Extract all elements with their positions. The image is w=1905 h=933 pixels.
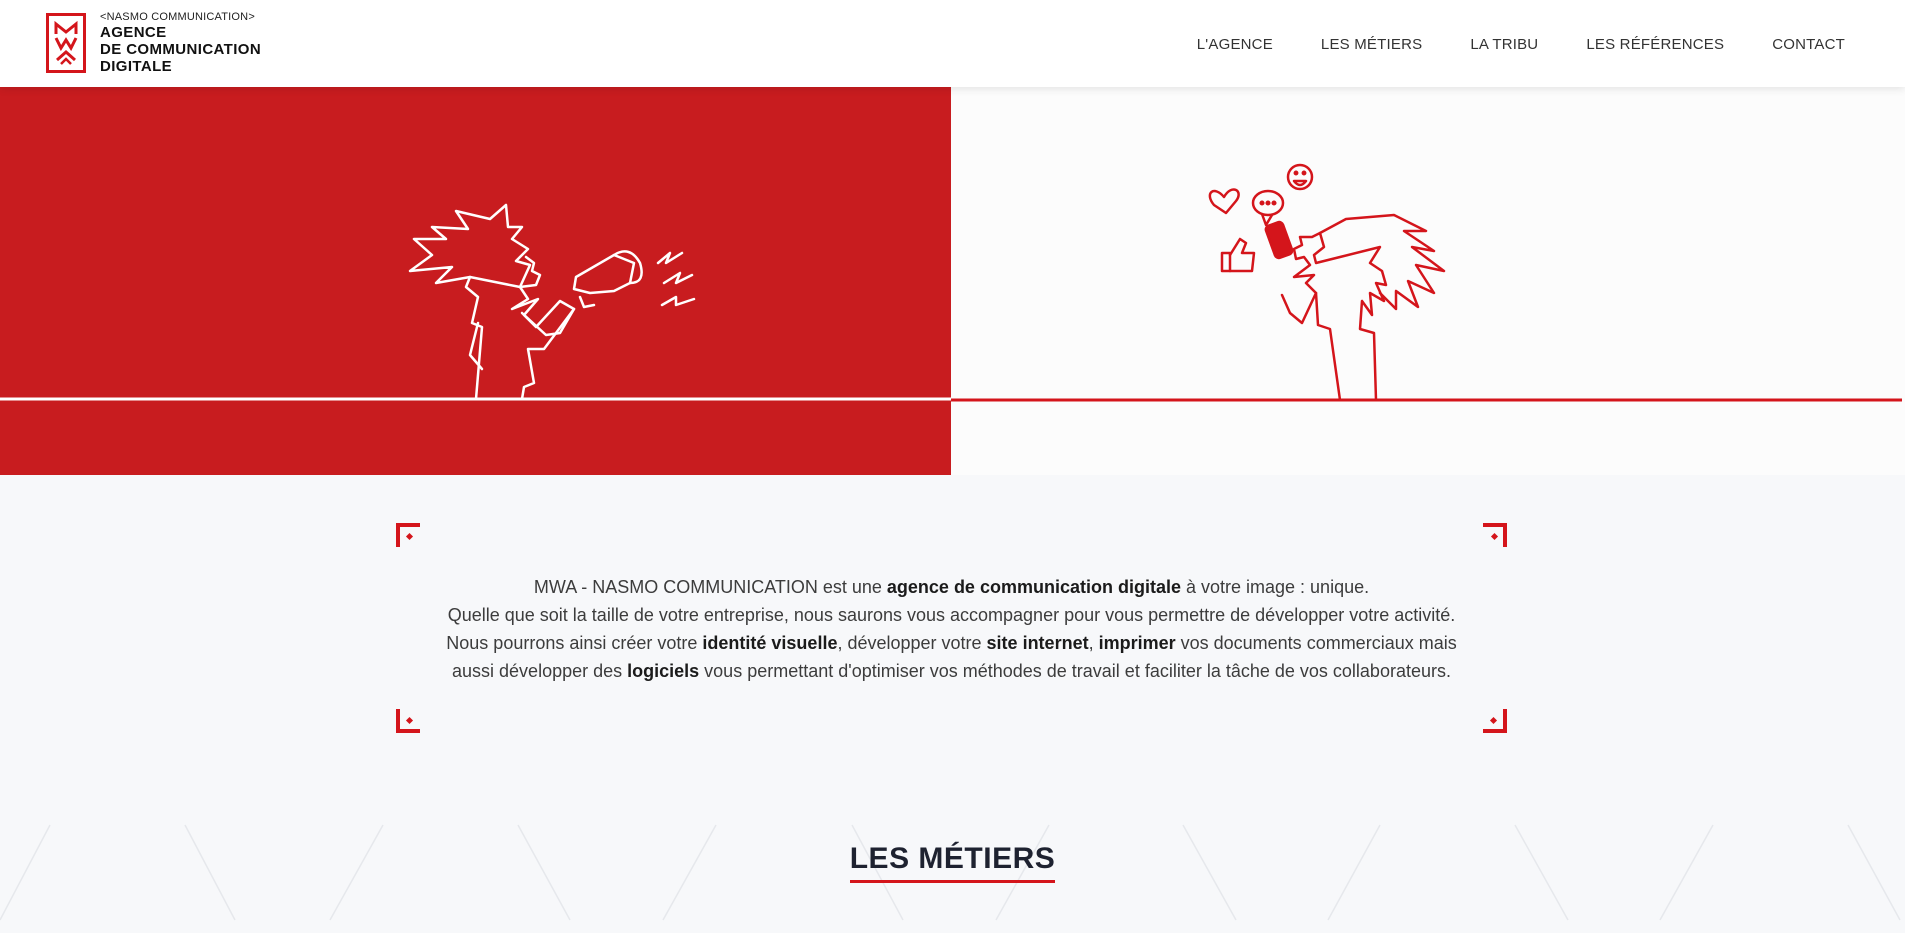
intro-text-span: à votre image : unique.	[1180, 577, 1370, 597]
intro-line-2: Quelle que soit la taille de votre entre…	[447, 605, 1456, 625]
logo-link[interactable]: <NASMO COMMUNICATION> AGENCE DE COMMUNIC…	[46, 11, 262, 76]
corner-bottom-right-icon	[1483, 709, 1507, 733]
logo-line-3: DIGITALE	[100, 58, 173, 76]
main-nav: L'AGENCE LES MÉTIERS LA TRIBU LES RÉFÉRE…	[1197, 36, 1845, 53]
intro-bold-identite: identité visuelle	[702, 633, 838, 653]
site-header: <NASMO COMMUNICATION> AGENCE DE COMMUNIC…	[0, 0, 1905, 87]
intro-paragraph: MWA - NASMO COMMUNICATION est une agence…	[396, 573, 1507, 685]
intro-bold-logiciels: logiciels	[627, 661, 700, 681]
nav-item-metiers[interactable]: LES MÉTIERS	[1321, 36, 1422, 53]
intro-text-span: MWA - NASMO COMMUNICATION est une	[533, 577, 887, 597]
intro-bold-agence: agence de communication digitale	[886, 577, 1181, 597]
intro-bold-site: site internet	[986, 633, 1089, 653]
logo-text: <NASMO COMMUNICATION> AGENCE DE COMMUNIC…	[100, 11, 262, 76]
nav-item-agence[interactable]: L'AGENCE	[1197, 36, 1273, 53]
intro-bold-imprimer: imprimer	[1098, 633, 1176, 653]
mwa-logo-icon	[54, 20, 78, 65]
intro-line-4: aussi développer des logiciels vous perm…	[396, 657, 1507, 685]
logo-line-2: DE COMMUNICATION	[100, 40, 262, 58]
logo-mark	[46, 13, 86, 73]
nav-item-contact[interactable]: CONTACT	[1772, 36, 1845, 53]
hero-banner	[0, 87, 1905, 475]
intro-text-span: vous permettant d'optimiser vos méthodes…	[699, 661, 1451, 681]
intro-text-span: vos documents commerciaux mais	[1175, 633, 1457, 653]
nav-item-tribu[interactable]: LA TRIBU	[1470, 36, 1538, 53]
phone-person-social-icon	[1208, 163, 1446, 402]
megaphone-person-icon	[408, 203, 696, 401]
intro-text-span: ,	[1088, 633, 1099, 653]
intro-text-span: aussi développer des	[452, 661, 628, 681]
hero-illustration	[0, 163, 1902, 402]
logo-line-1: AGENCE	[100, 23, 167, 41]
corner-bottom-left-icon	[396, 709, 420, 733]
corner-top-right-icon	[1483, 523, 1507, 547]
metiers-title: LES MÉTIERS	[849, 842, 1056, 883]
logo-subtitle: <NASMO COMMUNICATION>	[100, 11, 255, 23]
intro-section: MWA - NASMO COMMUNICATION est une agence…	[396, 523, 1507, 733]
intro-text-span: Nous pourrons ainsi créer votre	[446, 633, 703, 653]
intro-line-1: MWA - NASMO COMMUNICATION est une agence…	[396, 573, 1507, 601]
intro-text-span: , développer votre	[837, 633, 987, 653]
intro-line-3: Nous pourrons ainsi créer votre identité…	[396, 629, 1507, 657]
metiers-section-heading: LES MÉTIERS	[0, 842, 1905, 883]
nav-item-references[interactable]: LES RÉFÉRENCES	[1586, 36, 1724, 53]
corner-top-left-icon	[396, 523, 420, 547]
